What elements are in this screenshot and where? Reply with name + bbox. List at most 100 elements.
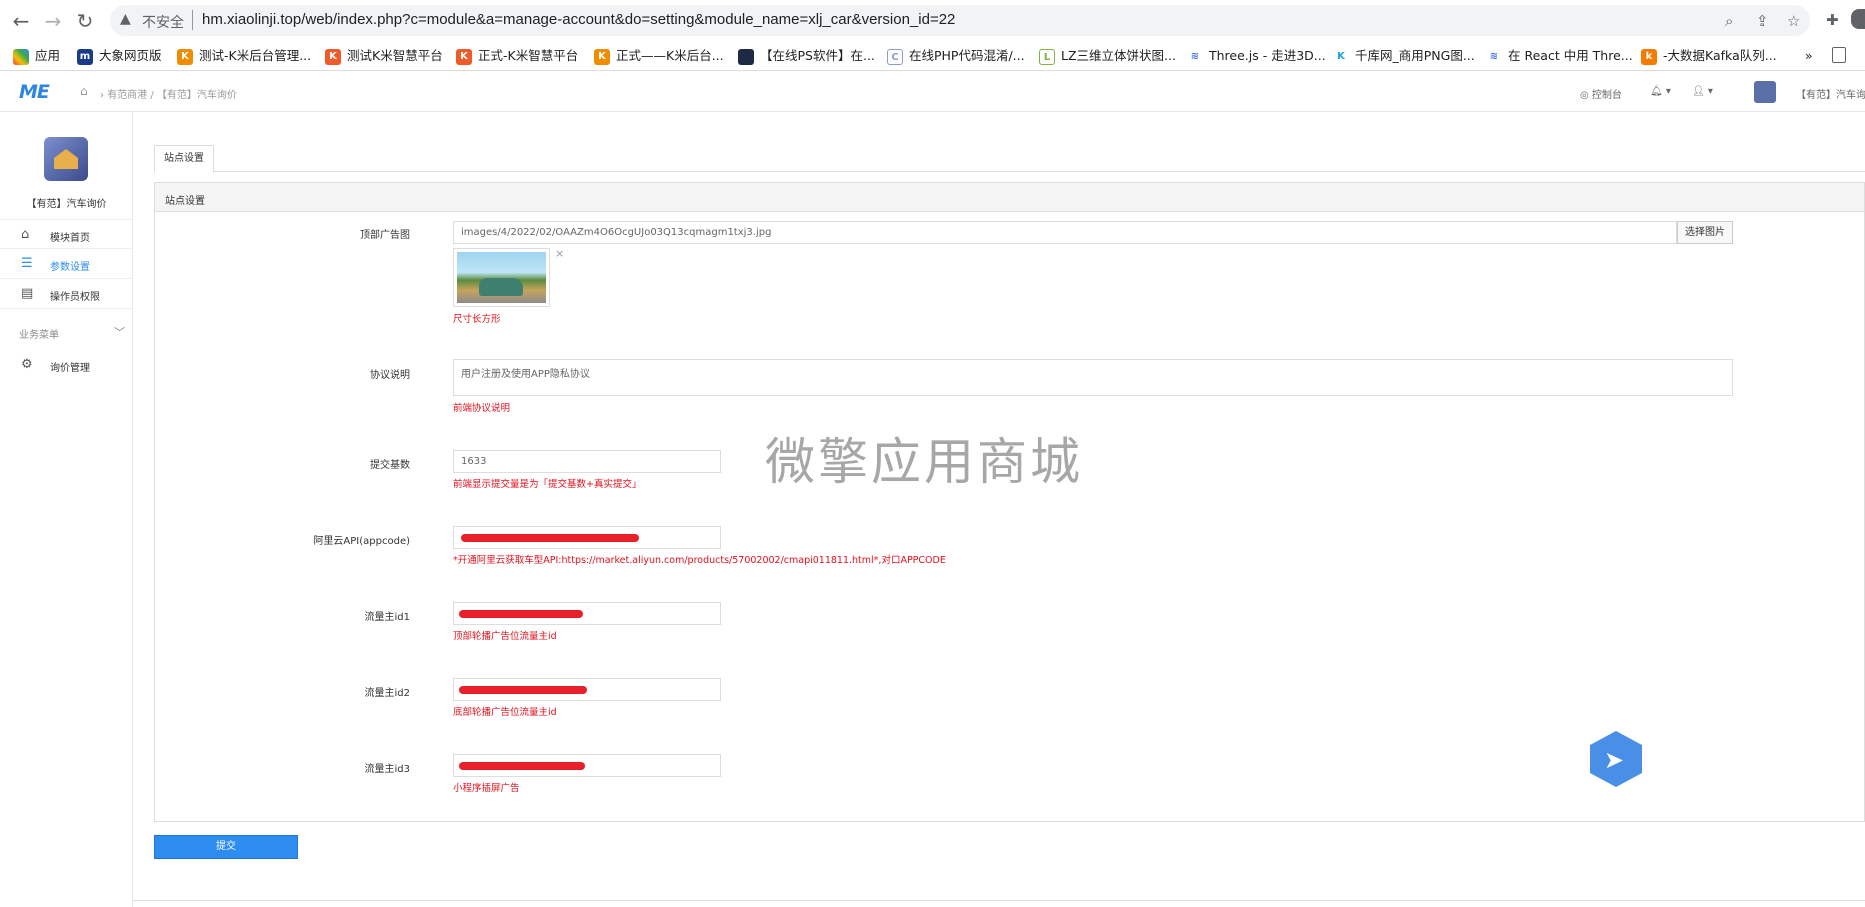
bookmark-label: 测试K米智慧平台: [347, 48, 443, 63]
sidebar-app-name: 【有范】汽车询价: [26, 199, 107, 210]
select-image-button[interactable]: 选择图片: [1677, 221, 1733, 244]
k-icon: k: [1641, 48, 1657, 65]
bookmark-item[interactable]: L LZ三维立体饼状图...: [1039, 47, 1176, 65]
agreement-help: 前端协议说明: [453, 403, 511, 414]
bookmark-item[interactable]: K 千库网_商用PNG图...: [1333, 47, 1475, 65]
console-link[interactable]: ◎ 控制台: [1580, 86, 1622, 101]
bookmark-label: 在线PHP代码混淆/...: [909, 48, 1025, 63]
submit-button[interactable]: 提交: [154, 835, 298, 859]
bookmark-label: Three.js - 走进3D...: [1209, 48, 1326, 63]
close-icon[interactable]: ×: [555, 247, 564, 260]
sidebar-item-inquiry-management[interactable]: ⚙ 询价管理: [0, 350, 133, 380]
traffic2-label: 流量主id2: [364, 688, 411, 699]
agreement-textarea[interactable]: 用户注册及使用APP隐私协议: [453, 359, 1733, 396]
sidebar-item-module-home[interactable]: ⌂ 模块首页: [0, 219, 133, 249]
breadcrumb[interactable]: › 有范商港 / 【有范】汽车询价: [100, 86, 237, 101]
gear-icon: ⚙: [21, 357, 33, 372]
traffic3-label: 流量主id3: [364, 764, 411, 775]
forward-icon[interactable]: →: [40, 8, 66, 34]
bookmark-item[interactable]: ≋ 在 React 中用 Thre...: [1486, 47, 1633, 65]
bookmark-item[interactable]: K 测试K米智慧平台: [325, 47, 443, 65]
sidebar-item-operator-permissions[interactable]: ▤ 操作员权限: [0, 279, 133, 309]
sidebar: 【有范】汽车询价 ⌂ 模块首页 ☰ 参数设置 ▤ 操作员权限 业务菜单 ﹀ ⚙ …: [0, 112, 133, 907]
star-icon[interactable]: ☆: [1787, 12, 1800, 30]
top-ad-help: 尺寸长方形: [453, 314, 501, 325]
redaction-mark: [459, 686, 587, 694]
m-icon: m: [77, 48, 93, 65]
sidebar-item-label: 询价管理: [50, 363, 90, 374]
traffic1-label: 流量主id1: [364, 612, 411, 623]
divider: [133, 900, 1865, 901]
bookmark-label: 正式-K米智慧平台: [478, 48, 579, 63]
bookmark-item[interactable]: K 正式——K米后台...: [594, 47, 724, 65]
chevrons-icon: ≋: [1486, 48, 1502, 65]
app-logo: [44, 137, 88, 181]
agreement-label: 协议说明: [370, 370, 410, 381]
sidebar-item-settings[interactable]: ☰ 参数设置: [0, 249, 133, 279]
sidebar-item-label: 操作员权限: [50, 292, 100, 303]
settings-panel: 站点设置 顶部广告图 images/4/2022/02/OAAZm4O6OcgU…: [154, 182, 1865, 822]
submit-base-help: 前端显示提交量是为「提交基数+真实提交」: [453, 479, 642, 490]
home-icon[interactable]: ⌂: [80, 84, 88, 98]
extensions-icon[interactable]: ✚: [1826, 11, 1839, 29]
reload-icon[interactable]: ↻: [72, 8, 98, 34]
bell-icon[interactable]: 🔔︎ ▾: [1650, 86, 1671, 97]
bookmark-item[interactable]: C 在线PHP代码混淆/...: [887, 47, 1025, 65]
traffic3-help: 小程序插屏广告: [453, 783, 520, 794]
submit-base-input[interactable]: 1633: [453, 450, 721, 473]
app-name[interactable]: 【有范】汽车询价: [1796, 86, 1865, 101]
app-avatar[interactable]: [1754, 81, 1776, 103]
back-icon[interactable]: ←: [8, 8, 34, 34]
aliyun-help: *开通阿里云获取车型API:https://market.aliyun.com/…: [453, 555, 946, 566]
warning-icon: ▲: [120, 11, 131, 27]
traffic2-help: 底部轮播广告位流量主id: [453, 707, 557, 718]
share-icon[interactable]: ⇪: [1756, 12, 1769, 30]
zoom-icon[interactable]: ⌕: [1725, 12, 1733, 30]
k-icon: K: [1333, 48, 1349, 65]
apps-icon: [13, 48, 29, 65]
km-icon: K: [594, 48, 610, 65]
km-icon: K: [177, 48, 193, 65]
main-content: 站点设置 站点设置 顶部广告图 images/4/2022/02/OAAZm4O…: [133, 112, 1865, 907]
tab-site-settings[interactable]: 站点设置: [154, 145, 214, 173]
car-image: [457, 252, 546, 303]
bookmark-item[interactable]: K 正式-K米智慧平台: [456, 47, 578, 65]
bookmark-label: LZ三维立体饼状图...: [1061, 48, 1176, 63]
doc-icon: L: [1039, 48, 1055, 65]
bookmark-apps[interactable]: 应用: [13, 47, 60, 65]
logo[interactable]: ME: [19, 81, 50, 103]
bookmarks-more-button[interactable]: »: [1805, 47, 1813, 65]
bookmark-item[interactable]: m 大象网页版: [77, 47, 162, 65]
image-thumbnail: [453, 248, 550, 307]
address-row: ← → ↻ ▲ 不安全 hm.xiaolinji.top/web/index.p…: [0, 0, 1865, 41]
bookmark-label: 【在线PS软件】在...: [760, 48, 875, 63]
chevrons-icon: ≋: [1187, 48, 1203, 65]
sidebar-group-label[interactable]: 业务菜单: [19, 326, 59, 341]
user-icon[interactable]: 👤︎ ▾: [1692, 86, 1713, 97]
bookmark-item[interactable]: ≋ Three.js - 走进3D...: [1187, 47, 1326, 65]
submit-base-label: 提交基数: [370, 460, 410, 471]
bookmark-label: 千库网_商用PNG图...: [1355, 48, 1475, 63]
bookmark-label: 应用: [35, 48, 61, 63]
top-ad-label: 顶部广告图: [360, 230, 410, 241]
top-ad-input[interactable]: images/4/2022/02/OAAZm4O6OcgUJo03Q13cqma…: [453, 221, 1677, 244]
console-label: 控制台: [1591, 90, 1622, 101]
km-icon: K: [456, 48, 472, 65]
address-bar[interactable]: ▲ 不安全 hm.xiaolinji.top/web/index.php?c=m…: [110, 5, 1810, 36]
breadcrumb-text: 有范商港 / 【有范】汽车询价: [107, 90, 237, 101]
bookmark-item[interactable]: 【在线PS软件】在...: [738, 47, 875, 65]
url-text[interactable]: hm.xiaolinji.top/web/index.php?c=module&…: [202, 11, 955, 28]
watermark: 微擎应用商城: [765, 433, 1083, 491]
bookmark-item[interactable]: K 测试-K米后台管理...: [177, 47, 311, 65]
km-icon: K: [325, 48, 341, 65]
bookmark-item[interactable]: k -大数据Kafka队列...: [1641, 47, 1777, 65]
panel-title: 站点设置: [155, 183, 1864, 212]
tab-bar: 站点设置: [154, 133, 1865, 173]
profile-icon[interactable]: [1851, 9, 1865, 29]
list-icon: ☰: [21, 256, 33, 271]
traffic1-help: 顶部轮播广告位流量主id: [453, 631, 557, 642]
chevron-down-icon[interactable]: ﹀: [114, 324, 125, 340]
redaction-mark: [459, 610, 583, 618]
reading-list-icon[interactable]: [1832, 47, 1846, 63]
ps-icon: [738, 48, 754, 65]
